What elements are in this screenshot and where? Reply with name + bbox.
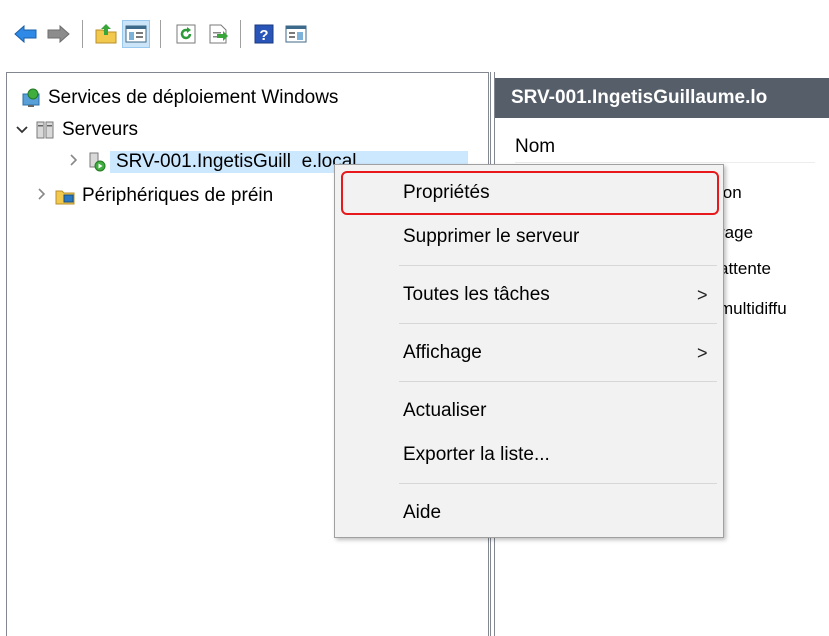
menu-label: Aide xyxy=(403,502,442,523)
menu-label: Toutes les tâches xyxy=(403,284,550,305)
back-arrow-icon[interactable] xyxy=(12,20,40,48)
submenu-arrow-icon: > xyxy=(697,343,708,363)
menu-separator xyxy=(399,483,717,484)
forward-arrow-icon[interactable] xyxy=(44,20,72,48)
show-hide-tree-icon[interactable] xyxy=(122,20,150,48)
menu-item-view[interactable]: Affichage > xyxy=(335,333,723,373)
submenu-arrow-icon: > xyxy=(697,285,708,305)
context-menu: Propriétés Supprimer le serveur Toutes l… xyxy=(334,164,724,538)
export-list-icon[interactable] xyxy=(204,20,232,48)
menu-item-all-tasks[interactable]: Toutes les tâches > xyxy=(335,275,723,315)
menu-separator xyxy=(399,381,717,382)
menu-item-properties[interactable]: Propriétés xyxy=(335,173,723,213)
menu-label: Actualiser xyxy=(403,400,487,421)
menu-separator xyxy=(399,265,717,266)
up-folder-icon[interactable] xyxy=(92,20,120,48)
menu-item-refresh[interactable]: Actualiser xyxy=(335,391,723,431)
chevron-right-icon[interactable] xyxy=(65,153,83,171)
prestaged-devices-icon xyxy=(55,186,75,206)
menu-label: Exporter la liste... xyxy=(403,444,550,465)
tree-label-root: Services de déploiement Windows xyxy=(48,87,339,108)
results-header: SRV-001.IngetisGuillaume.lo xyxy=(495,78,829,118)
tree-label-devices: Périphériques de préin xyxy=(82,185,274,206)
list-item[interactable]: attente xyxy=(719,259,771,279)
toolbar-separator xyxy=(240,20,241,48)
toolbar-separator xyxy=(160,20,161,48)
chevron-right-icon[interactable] xyxy=(33,187,51,205)
menu-label: Supprimer le serveur xyxy=(403,226,580,247)
console-tree-icon[interactable] xyxy=(282,20,310,48)
chevron-down-icon[interactable] xyxy=(13,122,31,139)
menu-item-help[interactable]: Aide xyxy=(335,493,723,533)
tree-item-servers[interactable]: Serveurs xyxy=(13,115,138,145)
tree-item-wds-root[interactable]: Services de déploiement Windows xyxy=(17,83,338,113)
server-icon xyxy=(87,152,107,172)
menu-item-export-list[interactable]: Exporter la liste... xyxy=(335,435,723,475)
menu-item-delete-server[interactable]: Supprimer le serveur xyxy=(335,217,723,257)
server-group-icon xyxy=(35,120,55,140)
list-item[interactable]: rage xyxy=(719,223,753,243)
tree-label-servers: Serveurs xyxy=(62,119,139,140)
help-icon[interactable]: ? xyxy=(250,20,278,48)
toolbar-separator xyxy=(82,20,83,48)
menu-separator xyxy=(399,323,717,324)
menu-label: Propriétés xyxy=(403,182,490,203)
tree-item-prestaged-devices[interactable]: Périphériques de préin xyxy=(33,181,273,211)
column-header-name[interactable]: Nom xyxy=(515,132,815,163)
toolbar: ? xyxy=(0,0,829,62)
wds-globe-icon xyxy=(21,88,41,108)
menu-label: Affichage xyxy=(403,342,482,363)
list-item[interactable]: multidiffu xyxy=(719,299,787,319)
refresh-icon[interactable] xyxy=(172,20,200,48)
svg-text:?: ? xyxy=(259,27,268,44)
